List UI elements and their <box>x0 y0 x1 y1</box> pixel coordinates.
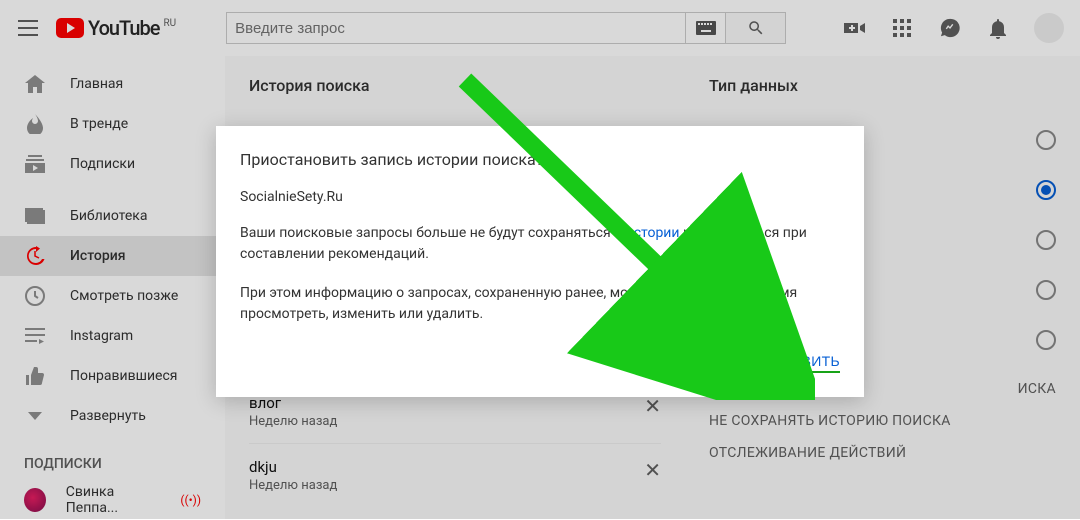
cancel-button[interactable]: НЕТ <box>650 353 679 373</box>
dialog-subtitle: SocialnieSety.Ru <box>240 189 840 205</box>
dialog-paragraph: При этом информацию о запросах, сохранен… <box>240 283 840 325</box>
dialog-paragraph: Ваши поисковые запросы больше не будут с… <box>240 223 840 265</box>
dialog-title: Приостановить запись истории поиска? <box>240 150 840 169</box>
history-link[interactable]: истории <box>626 225 680 241</box>
modal-overlay[interactable]: Приостановить запись истории поиска? Soc… <box>0 0 1080 519</box>
confirm-dialog: Приостановить запись истории поиска? Soc… <box>216 126 864 397</box>
pause-button[interactable]: ПРИОСТАНОВИТЬ <box>711 353 840 373</box>
